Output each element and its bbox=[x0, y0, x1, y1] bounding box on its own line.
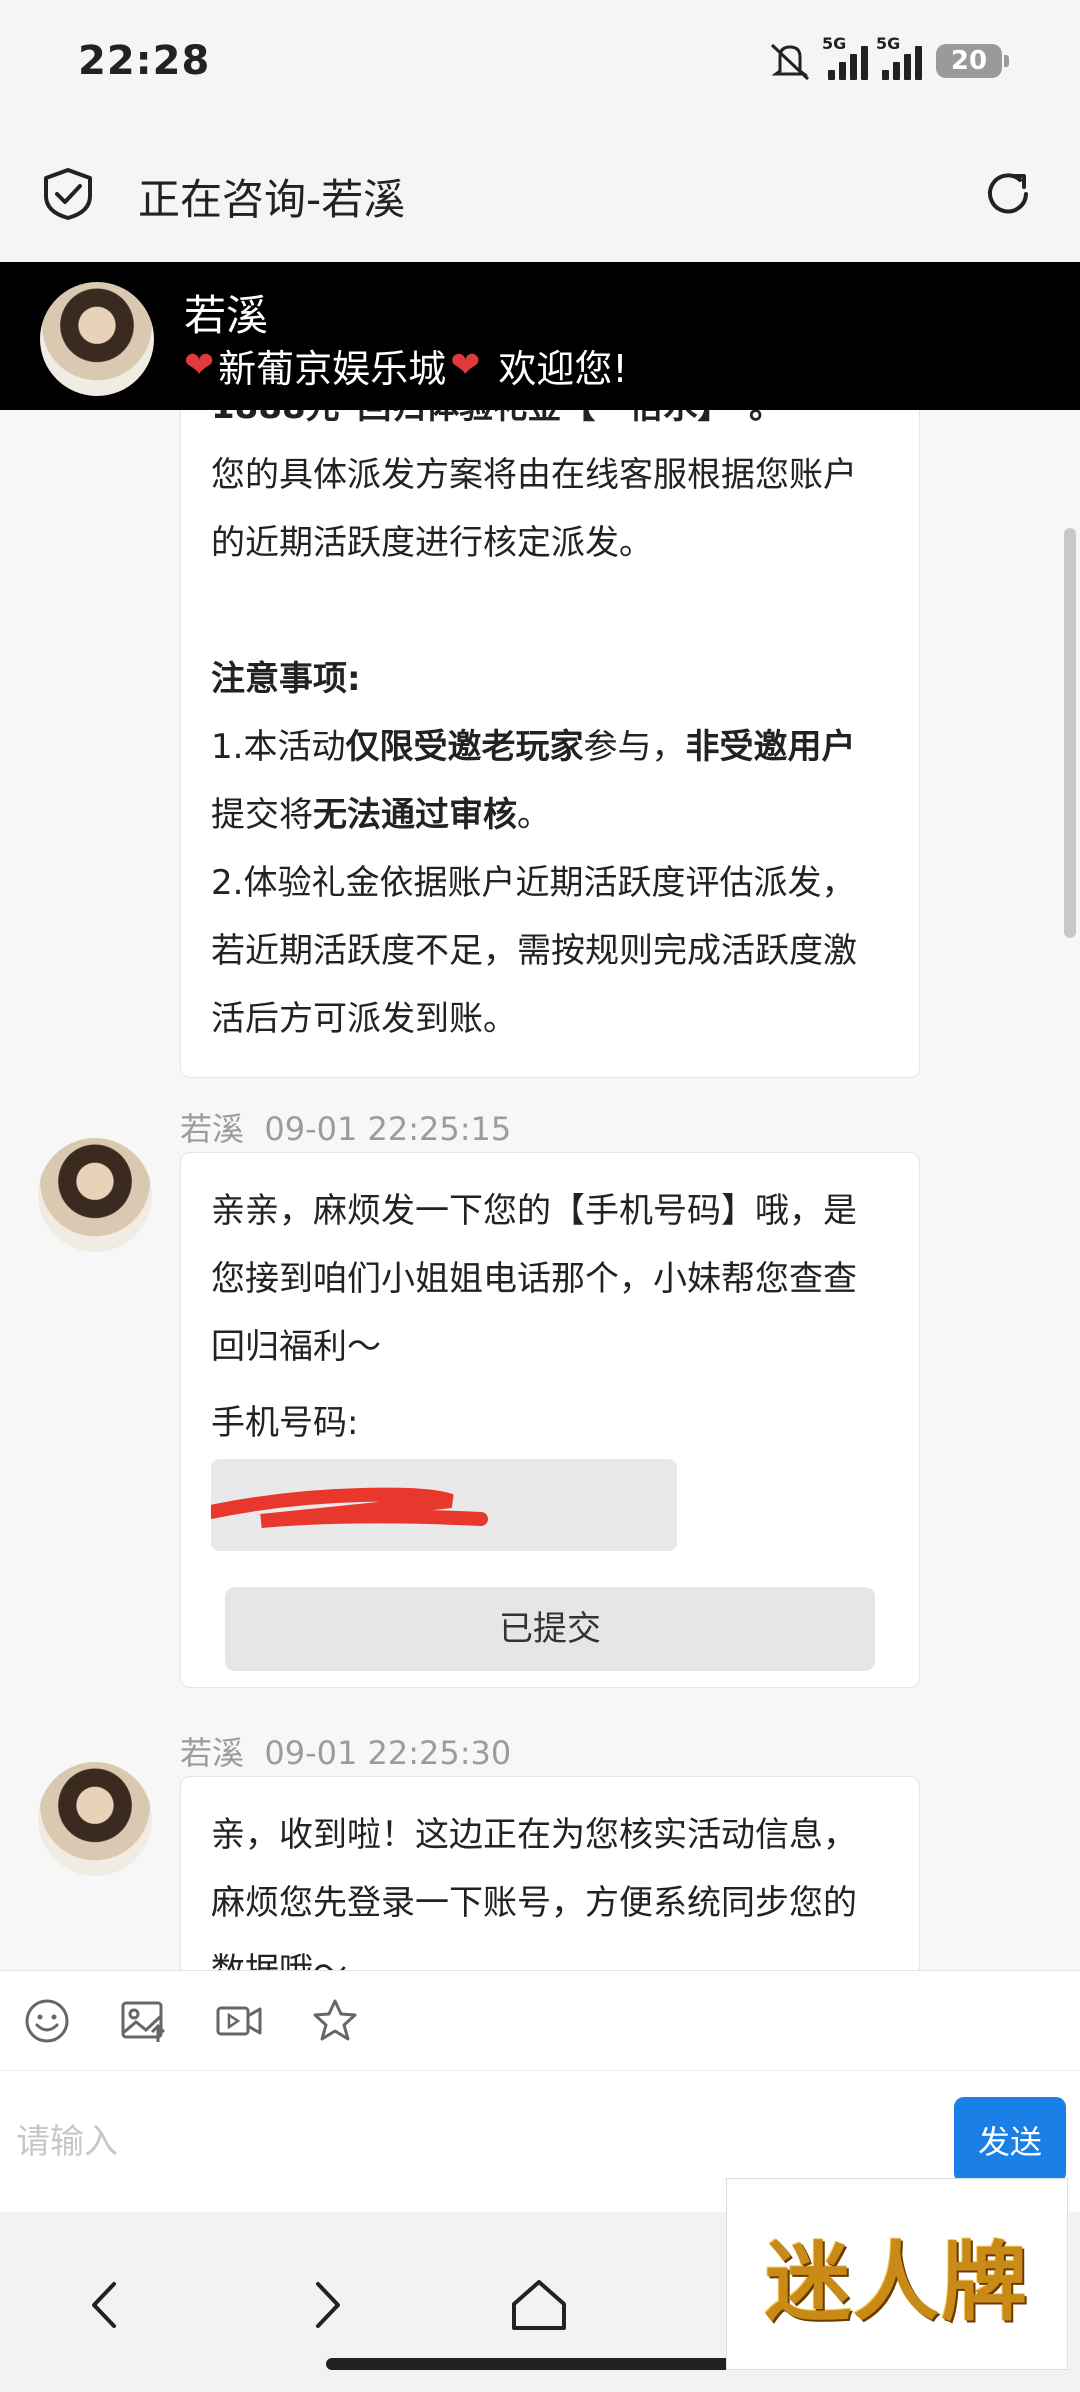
signal-icon-1: 5G bbox=[822, 34, 868, 80]
scrollbar[interactable] bbox=[1064, 528, 1076, 938]
agent-header: 若溪 ❤ 新葡京娱乐城 ❤ 欢迎您! bbox=[0, 262, 1080, 410]
message-meta-3: 若溪 09-01 22:25:30 bbox=[180, 1728, 511, 1774]
message-text: 亲，收到啦！这边正在为您核实活动信息，麻烦您先登录一下账号，方便系统同步您的数据… bbox=[211, 1815, 857, 1970]
message-text: 您的具体派发方案将由在线客服根据您账户的近期活跃度进行核定派发。 bbox=[211, 455, 857, 563]
message-bubble-1: 1888元"回归体验礼金【一倍水】"。 您的具体派发方案将由在线客服根据您账户的… bbox=[180, 410, 920, 1078]
message-time: 09-01 22:25:30 bbox=[264, 1734, 512, 1772]
home-indicator[interactable] bbox=[326, 2358, 746, 2370]
redaction-scribble bbox=[211, 1487, 488, 1528]
refresh-icon[interactable] bbox=[980, 166, 1036, 222]
shield-check-icon bbox=[44, 168, 92, 220]
video-icon[interactable] bbox=[214, 1996, 264, 2046]
battery-icon: 20 bbox=[936, 44, 1009, 78]
message-time: 09-01 22:25:15 bbox=[264, 1110, 512, 1148]
mute-icon bbox=[770, 43, 810, 81]
avatar bbox=[38, 1138, 152, 1252]
sender-name: 若溪 bbox=[180, 1110, 245, 1148]
message-bubble-2: 亲亲，麻烦发一下您的【手机号码】哦，是您接到咱们小姐姐电话那个，小妹帮您查查回归… bbox=[180, 1152, 920, 1688]
heart-icon: ❤ bbox=[184, 345, 215, 386]
avatar bbox=[40, 282, 154, 396]
agent-name: 若溪 bbox=[184, 291, 269, 340]
emoji-icon[interactable] bbox=[22, 1996, 72, 2046]
chat-toolbar bbox=[0, 1970, 1080, 2070]
forward-icon[interactable] bbox=[290, 2270, 360, 2340]
page-title: 正在咨询-若溪 bbox=[138, 175, 406, 224]
image-icon[interactable] bbox=[118, 1996, 168, 2046]
signal-icon-2: 5G bbox=[876, 34, 922, 80]
watermark-logo: 迷人牌 bbox=[726, 2178, 1068, 2370]
submitted-button[interactable]: 已提交 bbox=[225, 1587, 875, 1671]
notice-title: 注意事项: bbox=[211, 659, 361, 699]
notice-item-2: 2.体验礼金依据账户近期活跃度评估派发，若近期活跃度不足，需按规则完成活跃度激活… bbox=[211, 863, 857, 1039]
notice-item-1: 1.本活动仅限受邀老玩家参与，非受邀用户提交将无法通过审核。 bbox=[211, 727, 856, 835]
status-time: 22:28 bbox=[78, 38, 211, 84]
home-icon[interactable] bbox=[504, 2270, 574, 2340]
phone-label: 手机号码: bbox=[211, 1403, 359, 1443]
heart-icon: ❤ bbox=[450, 345, 481, 386]
message-bubble-3: 亲，收到啦！这边正在为您核实活动信息，麻烦您先登录一下账号，方便系统同步您的数据… bbox=[180, 1776, 920, 1970]
send-button[interactable]: 发送 bbox=[954, 2097, 1066, 2183]
welcome-text: ❤ 新葡京娱乐城 ❤ 欢迎您! bbox=[184, 345, 628, 391]
title-bar: 正在咨询-若溪 bbox=[0, 126, 1080, 262]
message-meta-2: 若溪 09-01 22:25:15 bbox=[180, 1104, 511, 1150]
phone-field[interactable] bbox=[211, 1459, 677, 1551]
star-icon[interactable] bbox=[310, 1996, 360, 2046]
message-text: 1888元"回归体验礼金【一倍水】"。 bbox=[211, 410, 889, 441]
avatar bbox=[38, 1762, 152, 1876]
chat-area[interactable]: 1888元"回归体验礼金【一倍水】"。 您的具体派发方案将由在线客服根据您账户的… bbox=[0, 410, 1080, 1970]
back-icon[interactable] bbox=[72, 2270, 142, 2340]
message-text: 亲亲，麻烦发一下您的【手机号码】哦，是您接到咱们小姐姐电话那个，小妹帮您查查回归… bbox=[211, 1191, 857, 1367]
status-icons: 5G 5G 20 bbox=[766, 34, 1009, 84]
status-bar: 22:28 5G 5G 20 bbox=[0, 0, 1080, 126]
sender-name: 若溪 bbox=[180, 1734, 245, 1772]
